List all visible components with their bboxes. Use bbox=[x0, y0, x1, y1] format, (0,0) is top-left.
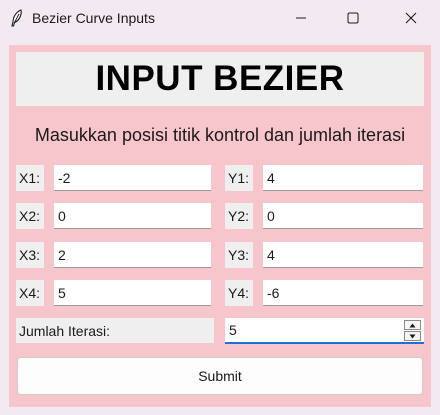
y4-label: Y4: bbox=[225, 280, 253, 306]
y3-label: Y3: bbox=[225, 242, 253, 268]
window-title: Bezier Curve Inputs bbox=[32, 10, 155, 26]
y2-label: Y2: bbox=[225, 203, 253, 229]
x3-input[interactable]: 2 bbox=[54, 242, 211, 268]
iterations-label: Jumlah Iterasi: bbox=[16, 318, 214, 343]
close-icon bbox=[405, 12, 417, 24]
x2-input[interactable]: 0 bbox=[54, 203, 211, 229]
y4-input[interactable]: -6 bbox=[263, 280, 423, 306]
feather-icon bbox=[11, 9, 22, 27]
x2-label: X2: bbox=[16, 203, 44, 229]
page-title: INPUT BEZIER bbox=[95, 59, 345, 98]
title-bar[interactable]: Bezier Curve Inputs bbox=[0, 0, 440, 38]
x3-label: X3: bbox=[16, 242, 44, 268]
x1-label: X1: bbox=[16, 165, 44, 191]
minimize-icon bbox=[296, 17, 306, 19]
maximize-button[interactable] bbox=[330, 0, 376, 36]
iterations-value[interactable]: 5 bbox=[229, 322, 237, 338]
y2-input[interactable]: 0 bbox=[263, 203, 423, 229]
arrow-up-icon bbox=[409, 323, 416, 327]
close-button[interactable] bbox=[388, 0, 434, 36]
spin-up-button[interactable] bbox=[404, 320, 421, 330]
x4-input[interactable]: 5 bbox=[54, 280, 211, 306]
form-panel: INPUT BEZIER Masukkan posisi titik kontr… bbox=[9, 45, 431, 407]
spin-down-button[interactable] bbox=[404, 331, 421, 341]
y3-input[interactable]: 4 bbox=[263, 242, 423, 268]
submit-button[interactable]: Submit bbox=[17, 357, 423, 395]
x4-label: X4: bbox=[16, 280, 44, 306]
instruction-text: Masukkan posisi titik kontrol dan jumlah… bbox=[34, 125, 406, 145]
maximize-icon bbox=[347, 12, 359, 24]
iterations-spinbox[interactable]: 5 bbox=[225, 318, 424, 344]
y1-label: Y1: bbox=[225, 165, 253, 191]
header-banner: INPUT BEZIER bbox=[16, 52, 424, 106]
y1-input[interactable]: 4 bbox=[263, 165, 423, 191]
x1-input[interactable]: -2 bbox=[54, 165, 211, 191]
arrow-down-icon bbox=[409, 334, 416, 338]
minimize-button[interactable] bbox=[278, 0, 324, 36]
